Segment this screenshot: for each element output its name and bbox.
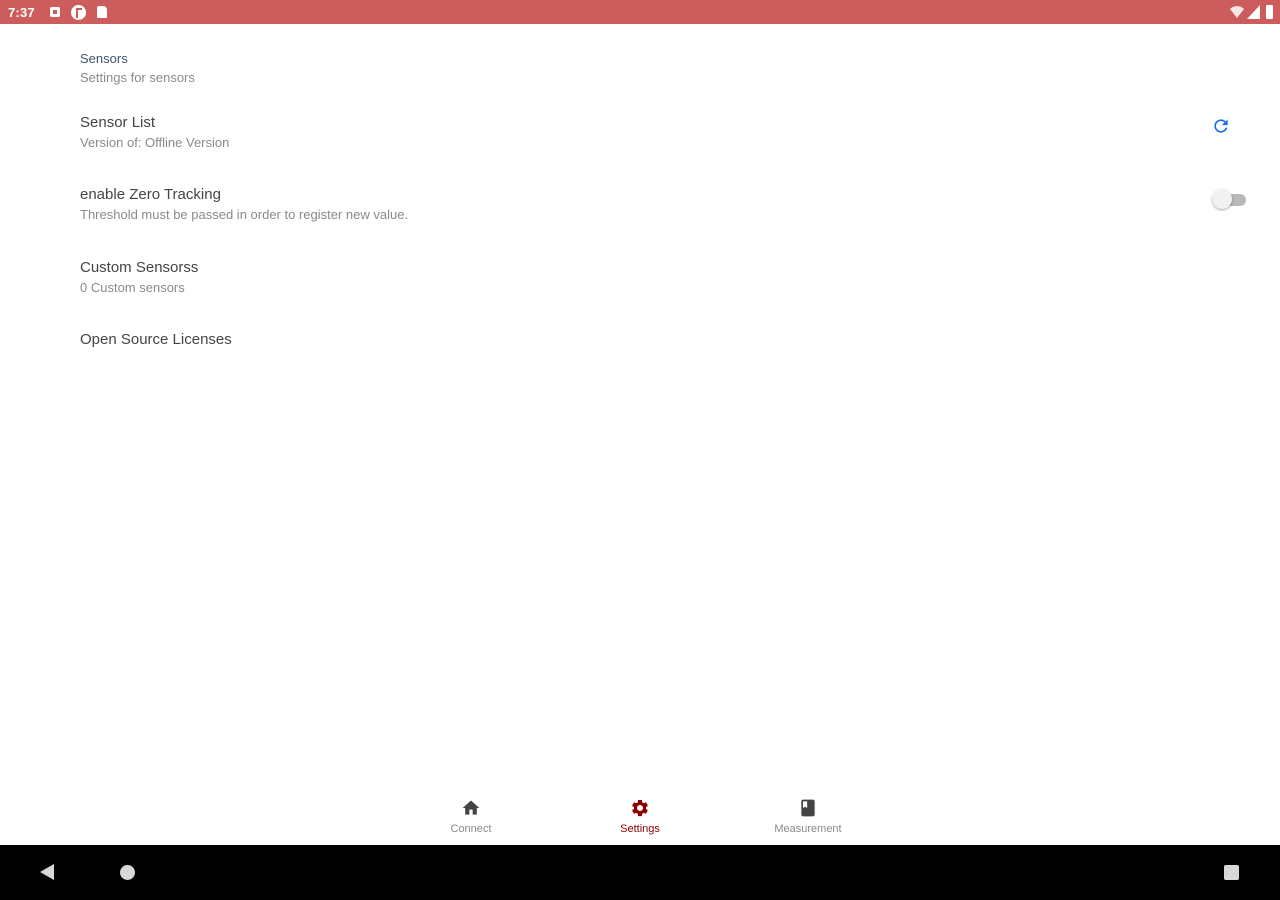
open-source-licenses-preference[interactable]: Open Source Licenses bbox=[80, 331, 1260, 361]
preference-summary: Threshold must be passed in order to reg… bbox=[80, 207, 409, 222]
home-button-icon[interactable] bbox=[120, 865, 135, 880]
wifi-icon bbox=[1230, 6, 1244, 18]
nav-label: Measurement bbox=[774, 823, 842, 835]
toggle-thumb bbox=[1212, 189, 1232, 209]
category-summary: Settings for sensors bbox=[80, 70, 195, 85]
sd-card-icon bbox=[97, 6, 107, 18]
bottom-navigation: Connect Settings Measurement bbox=[0, 790, 1280, 845]
preference-summary: 0 Custom sensors bbox=[80, 280, 185, 295]
settings-screen: 7:37 Sensors Settings for sensors Sensor… bbox=[0, 0, 1280, 900]
sensor-list-preference[interactable]: Sensor List Version of: Offline Version bbox=[80, 114, 1260, 158]
system-navigation-bar bbox=[0, 845, 1280, 900]
nav-label: Connect bbox=[450, 823, 492, 835]
category-title: Sensors bbox=[80, 51, 128, 66]
custom-sensors-preference[interactable]: Custom Sensorss 0 Custom sensors bbox=[80, 259, 1260, 303]
preference-summary: Version of: Offline Version bbox=[80, 135, 230, 150]
status-time: 7:37 bbox=[8, 5, 35, 20]
app-notification-icon bbox=[71, 5, 86, 20]
book-icon bbox=[801, 799, 815, 817]
zero-tracking-preference[interactable]: enable Zero Tracking Threshold must be p… bbox=[80, 186, 1260, 230]
nav-item-measurement[interactable]: Measurement bbox=[738, 790, 878, 845]
nav-label: Settings bbox=[620, 823, 660, 835]
status-bar: 7:37 bbox=[0, 0, 1280, 24]
cellular-signal-icon bbox=[1247, 5, 1260, 19]
preference-title: Sensor List bbox=[80, 114, 156, 131]
preference-title: enable Zero Tracking bbox=[80, 186, 221, 203]
notification-icon bbox=[50, 7, 60, 17]
refresh-icon[interactable] bbox=[1211, 116, 1231, 136]
nav-item-settings[interactable]: Settings bbox=[570, 790, 710, 845]
zero-tracking-toggle[interactable] bbox=[1212, 189, 1248, 209]
preference-title: Custom Sensorss bbox=[80, 259, 199, 276]
nav-item-connect[interactable]: Connect bbox=[401, 790, 541, 845]
home-icon bbox=[462, 800, 480, 815]
back-icon[interactable] bbox=[38, 863, 56, 881]
battery-icon bbox=[1266, 5, 1273, 19]
recents-icon[interactable] bbox=[1224, 865, 1239, 880]
gear-icon bbox=[632, 799, 648, 817]
preference-title: Open Source Licenses bbox=[80, 331, 232, 348]
